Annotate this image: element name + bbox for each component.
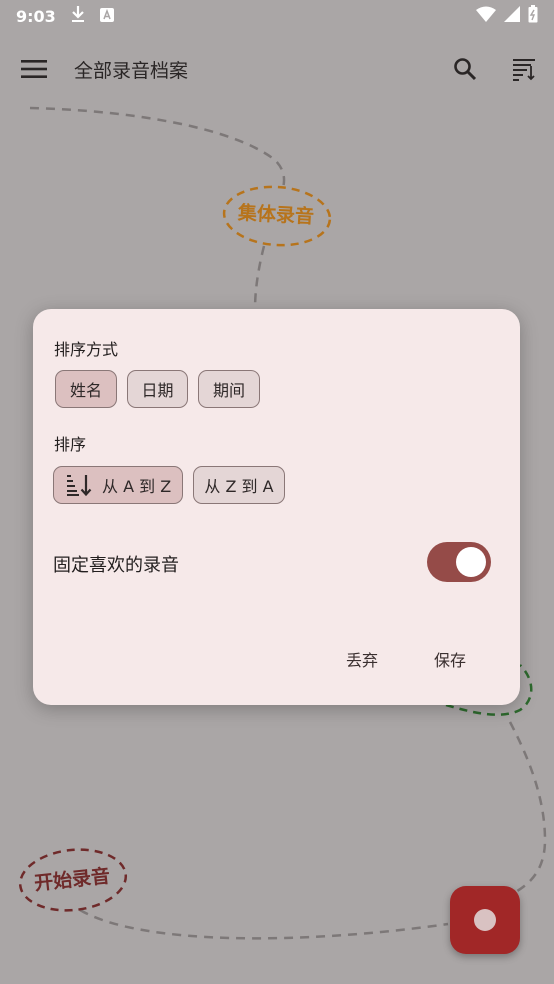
battery-icon [528, 5, 538, 27]
sort-by-name-chip[interactable]: 姓名 [55, 370, 117, 408]
status-time: 9:03 [16, 6, 56, 26]
menu-icon [21, 60, 47, 78]
chip-label: 期间 [212, 381, 245, 400]
switch-knob [456, 547, 486, 577]
order-label: 排序 [54, 435, 87, 454]
wifi-icon [476, 6, 496, 26]
record-icon [474, 909, 496, 931]
group-recording-bubble: 集体录音 [237, 202, 315, 228]
sort-by-label: 排序方式 [54, 340, 119, 359]
order-a-to-z-chip[interactable]: 从 A 到 Z [53, 466, 183, 504]
status-bar: 9:03 [0, 0, 554, 32]
sort-icon [513, 59, 535, 81]
search-icon [454, 58, 477, 81]
order-z-to-a-chip[interactable]: 从 Z 到 A [193, 466, 285, 504]
pin-favorites-label: 固定喜欢的录音 [53, 555, 179, 576]
save-button[interactable]: 保存 [434, 647, 466, 671]
sort-by-date-chip[interactable]: 日期 [127, 370, 188, 408]
font-icon [99, 7, 114, 26]
pin-favorites-switch[interactable] [427, 542, 491, 582]
sort-button[interactable] [500, 45, 548, 93]
download-icon [70, 5, 86, 27]
top-app-bar: 全部录音档案 [0, 38, 554, 100]
discard-button[interactable]: 丢弃 [346, 647, 378, 671]
chip-label: 姓名 [69, 381, 102, 400]
search-button[interactable] [441, 45, 489, 93]
sort-by-duration-chip[interactable]: 期间 [198, 370, 260, 408]
menu-button[interactable] [10, 45, 58, 93]
page-title: 全部录音档案 [74, 60, 189, 82]
signal-icon [504, 6, 520, 26]
chip-label: 从 A 到 Z [102, 477, 172, 496]
chip-label: 日期 [141, 381, 174, 400]
sort-ascending-icon [67, 475, 92, 497]
chip-label: 从 Z 到 A [204, 477, 274, 496]
record-fab[interactable] [450, 886, 520, 954]
sort-dialog: 排序方式 姓名 日期 期间 排序 从 A 到 Z 从 Z 到 A 固定喜欢的录音… [33, 309, 520, 705]
